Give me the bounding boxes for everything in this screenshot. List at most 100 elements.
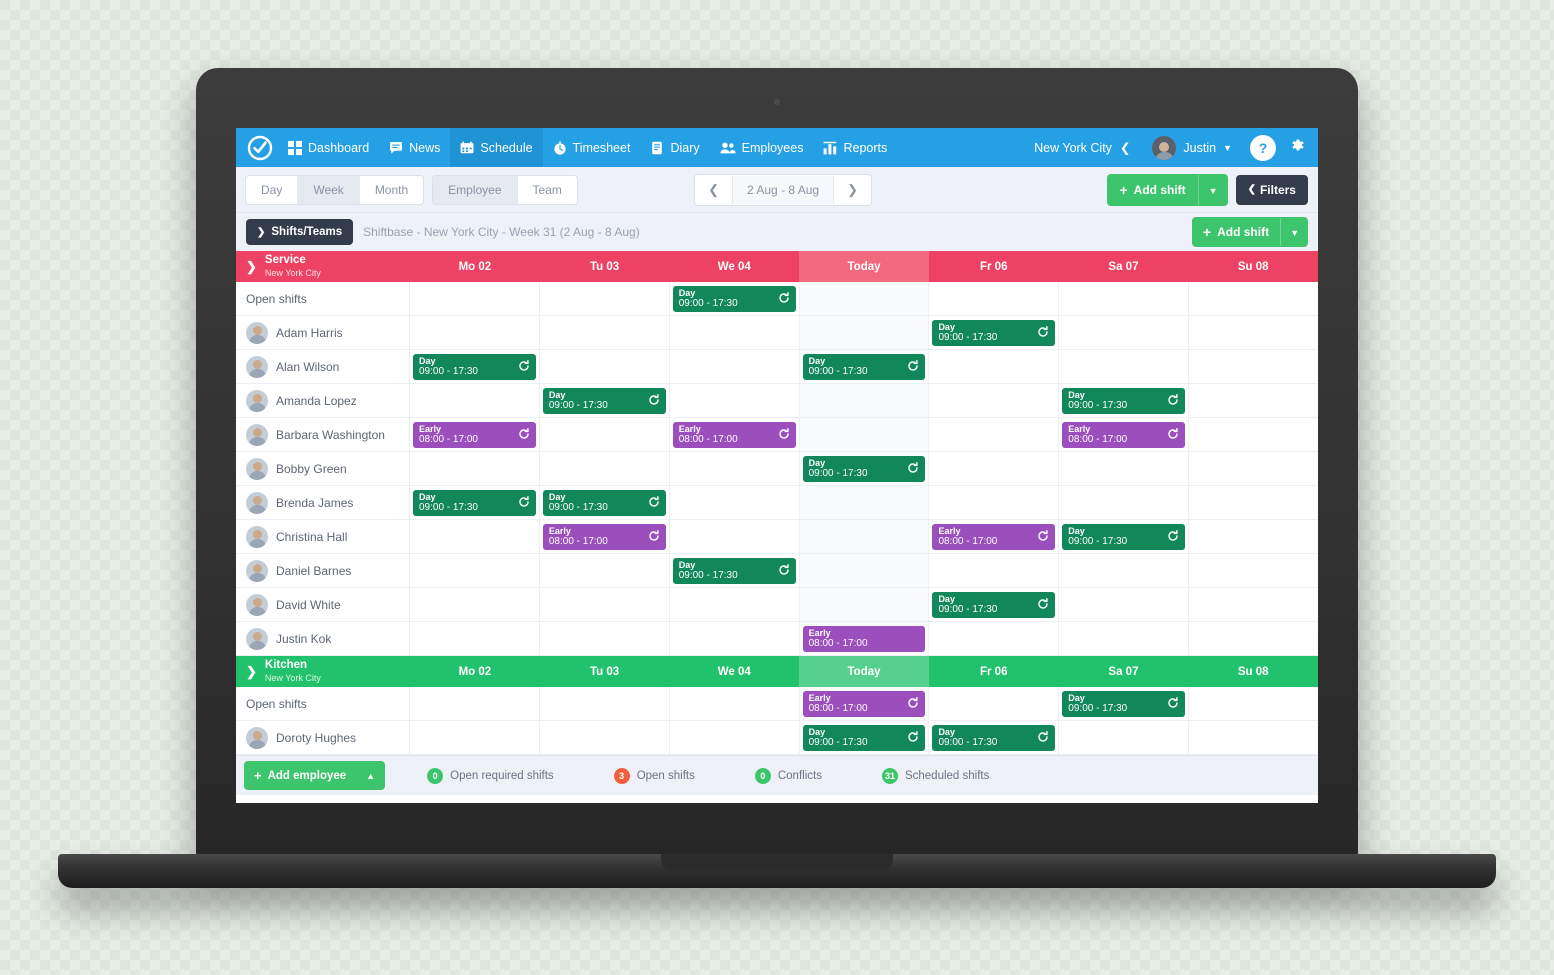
schedule-cell[interactable] [1189,588,1318,622]
grouping-button-team[interactable]: Team [517,175,577,204]
schedule-cell[interactable] [1059,316,1190,350]
shift-block[interactable]: Early 08:00 - 17:00 [542,524,666,550]
schedule-cell[interactable] [1059,588,1190,622]
schedule-cell[interactable] [539,350,670,384]
shift-block[interactable]: Day 09:00 - 17:30 [802,725,926,751]
user-menu[interactable]: Justin ▼ [1142,135,1242,160]
shift-block[interactable]: Early 08:00 - 17:00 [802,691,926,717]
schedule-cell[interactable] [669,687,800,721]
schedule-cell[interactable] [929,554,1060,588]
schedule-cell[interactable]: Day 09:00 - 17:30 [799,350,930,384]
shift-block[interactable]: Day 09:00 - 17:30 [1062,388,1186,414]
employee-name-cell[interactable]: Doroty Hughes [236,721,410,755]
schedule-cell[interactable] [410,687,540,721]
date-range-label[interactable]: 2 Aug - 8 Aug [732,175,835,204]
schedule-cell[interactable] [410,721,540,755]
check-circle-logo-icon[interactable] [236,135,278,161]
schedule-cell[interactable] [799,282,930,316]
schedule-cell[interactable] [539,588,670,622]
next-week-button[interactable]: ❯ [834,175,871,205]
shift-block[interactable]: Day 09:00 - 17:30 [932,320,1056,346]
employee-name-cell[interactable]: Brenda James [236,486,410,520]
nav-item-schedule[interactable]: Schedule [450,128,543,167]
employee-name-cell[interactable]: Alan Wilson [236,350,410,384]
schedule-cell[interactable] [799,554,930,588]
view-button-month[interactable]: Month [359,175,424,204]
employee-name-cell[interactable]: Adam Harris [236,316,410,350]
shift-block[interactable]: Early 08:00 - 17:00 [413,422,536,448]
location-selector[interactable]: New York City ❮ [1022,140,1142,156]
schedule-cell[interactable] [669,486,800,520]
schedule-cell[interactable] [410,316,540,350]
shift-block[interactable]: Early 08:00 - 17:00 [1062,422,1186,448]
schedule-cell[interactable] [799,316,930,350]
schedule-cell[interactable] [539,418,670,452]
view-button-week[interactable]: Week [298,175,360,204]
schedule-cell[interactable] [410,588,540,622]
nav-item-dashboard[interactable]: Dashboard [278,128,379,167]
schedule-cell[interactable] [410,622,540,656]
schedule-cell[interactable] [410,452,540,486]
schedule-cell[interactable] [669,350,800,384]
schedule-cell[interactable] [410,282,540,316]
add-shift-dropdown-subheader[interactable]: ▼ [1280,218,1308,246]
schedule-cell[interactable] [1189,554,1318,588]
shift-block[interactable]: Day 09:00 - 17:30 [1062,524,1186,550]
schedule-cell[interactable]: Day 09:00 - 17:30 [539,384,670,418]
schedule-cell[interactable] [539,687,670,721]
shift-block[interactable]: Early 08:00 - 17:00 [802,626,926,652]
employee-name-cell[interactable]: Justin Kok [236,622,410,656]
nav-item-timesheet[interactable]: Timesheet [543,128,641,167]
schedule-cell[interactable]: Day 09:00 - 17:30 [410,350,540,384]
schedule-cell[interactable] [1189,520,1318,554]
shift-block[interactable]: Day 09:00 - 17:30 [413,354,536,380]
nav-item-employees[interactable]: Employees [710,128,814,167]
shift-block[interactable]: Day 09:00 - 17:30 [672,558,796,584]
schedule-cell[interactable] [410,520,540,554]
schedule-cell[interactable] [539,316,670,350]
schedule-cell[interactable] [1189,350,1318,384]
employee-name-cell[interactable]: Barbara Washington [236,418,410,452]
employee-name-cell[interactable]: Amanda Lopez [236,384,410,418]
schedule-cell[interactable]: Early 08:00 - 17:00 [929,520,1060,554]
schedule-cell[interactable]: Early 08:00 - 17:00 [669,418,800,452]
schedule-cell[interactable] [929,486,1060,520]
schedule-cell[interactable] [1189,622,1318,656]
schedule-cell[interactable] [669,316,800,350]
schedule-cell[interactable] [929,282,1060,316]
schedule-cell[interactable] [1059,554,1190,588]
schedule-cell[interactable]: Early 08:00 - 17:00 [539,520,670,554]
shift-block[interactable]: Day 09:00 - 17:30 [802,456,926,482]
schedule-cell[interactable] [1189,687,1318,721]
shift-block[interactable]: Day 09:00 - 17:30 [413,490,536,516]
schedule-cell[interactable]: Day 09:00 - 17:30 [1059,520,1190,554]
schedule-cell[interactable] [1059,486,1190,520]
schedule-cell[interactable] [669,384,800,418]
schedule-cell[interactable] [929,687,1060,721]
filters-button[interactable]: ❮ Filters [1235,174,1308,205]
schedule-cell[interactable] [1189,721,1318,755]
schedule-cell[interactable] [929,622,1060,656]
schedule-cell[interactable] [1059,721,1190,755]
schedule-cell[interactable] [929,350,1060,384]
shifts-teams-button[interactable]: ❯ Shifts/Teams [246,219,354,245]
shift-block[interactable]: Day 09:00 - 17:30 [932,725,1056,751]
shift-block[interactable]: Day 09:00 - 17:30 [542,490,666,516]
schedule-cell[interactable] [799,520,930,554]
shift-block[interactable]: Early 08:00 - 17:00 [932,524,1056,550]
schedule-cell[interactable] [799,418,930,452]
schedule-cell[interactable]: Day 09:00 - 17:30 [1059,384,1190,418]
schedule-cell[interactable] [539,721,670,755]
schedule-cell[interactable] [669,622,800,656]
add-employee-dropdown[interactable]: ▲ [356,763,385,789]
group-header-kitchen[interactable]: ❯ Kitchen New York City Mo 02 Tu 03 We 04 Toda… [236,656,1318,687]
schedule-cell[interactable] [410,554,540,588]
schedule-cell[interactable]: Day 09:00 - 17:30 [1059,687,1190,721]
schedule-cell[interactable] [539,452,670,486]
schedule-cell[interactable]: Day 09:00 - 17:30 [929,721,1060,755]
shift-block[interactable]: Day 09:00 - 17:30 [1062,691,1186,717]
schedule-cell[interactable] [799,384,930,418]
view-button-day[interactable]: Day [246,175,299,204]
shift-block[interactable]: Day 09:00 - 17:30 [672,286,796,312]
group-name[interactable]: ❯ Kitchen New York City [236,656,410,687]
